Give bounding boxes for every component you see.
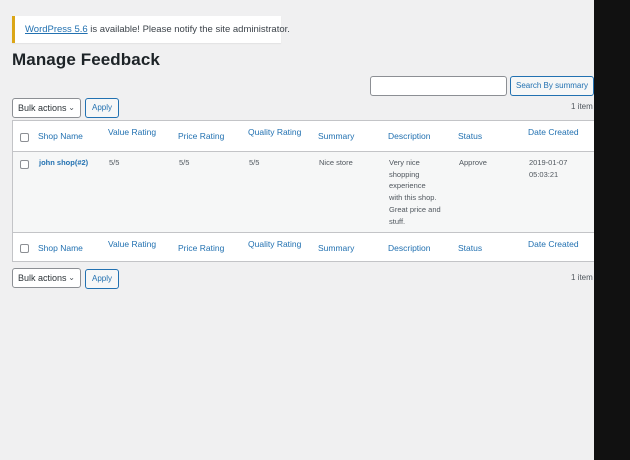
column-footer-quality-rating[interactable]: Quality Rating	[248, 239, 301, 249]
table-footer-row: Shop Name Value Rating Price Rating Qual…	[13, 232, 594, 263]
column-footer-summary[interactable]: Summary	[318, 243, 354, 253]
summary-cell: Nice store	[319, 158, 353, 167]
value-rating-cell: 5/5	[109, 158, 120, 167]
items-count-bottom: 1 item	[571, 273, 593, 282]
page-title: Manage Feedback	[12, 50, 160, 69]
shop-name-link[interactable]: john shop(#2)	[39, 157, 88, 169]
column-footer-value-rating[interactable]: Value Rating	[108, 239, 156, 249]
column-footer-price-rating[interactable]: Price Rating	[178, 243, 224, 253]
apply-button-top[interactable]: Apply	[85, 98, 119, 118]
column-header-status[interactable]: Status	[458, 131, 482, 141]
quality-rating-cell: 5/5	[249, 158, 260, 167]
column-header-shop-name[interactable]: Shop Name	[38, 131, 83, 141]
chevron-down-icon: ⌄	[68, 103, 75, 112]
column-header-quality-rating[interactable]: Quality Rating	[248, 127, 301, 137]
table-header-row: Shop Name Value Rating Price Rating Qual…	[13, 121, 594, 152]
description-line: shopping	[389, 169, 420, 179]
column-header-summary[interactable]: Summary	[318, 131, 354, 141]
column-footer-shop-name[interactable]: Shop Name	[38, 243, 83, 253]
bulk-actions-select-top[interactable]: Bulk actions ⌄	[12, 98, 81, 118]
column-footer-status[interactable]: Status	[458, 243, 482, 253]
date-line: 2019-01-07	[529, 158, 568, 167]
search-input[interactable]	[370, 76, 507, 96]
description-line: stuff.	[389, 216, 406, 226]
column-header-description[interactable]: Description	[388, 131, 431, 141]
description-line: Great price and	[389, 204, 441, 214]
feedback-table: Shop Name Value Rating Price Rating Qual…	[12, 120, 594, 262]
price-rating-cell: 5/5	[179, 158, 190, 167]
column-footer-description[interactable]: Description	[388, 243, 431, 253]
items-count-top: 1 item	[571, 102, 593, 111]
screen-edge	[594, 0, 630, 460]
update-notice: WordPress 5.6 is available! Please notif…	[12, 16, 290, 43]
update-notice-text: is available! Please notify the site adm…	[87, 24, 290, 35]
table-row: john shop(#2) 5/5 5/5 5/5 Nice store Ver…	[13, 152, 594, 232]
description-cell: Very nice shopping experience with this …	[389, 157, 451, 227]
description-line: with this shop.	[389, 193, 437, 203]
select-all-checkbox-footer[interactable]	[20, 244, 29, 253]
date-created-cell: 2019-01-07 05:03:21	[529, 157, 567, 180]
select-all-checkbox[interactable]	[20, 133, 29, 142]
description-line: Very nice	[389, 158, 420, 167]
column-header-value-rating[interactable]: Value Rating	[108, 127, 156, 137]
status-cell: Approve	[459, 158, 487, 167]
column-header-date-created[interactable]: Date Created	[528, 127, 579, 137]
time-line: 05:03:21	[529, 169, 559, 179]
description-line: experience	[389, 181, 426, 191]
search-by-summary-button[interactable]: Search By summary	[510, 76, 594, 96]
column-footer-date-created[interactable]: Date Created	[528, 239, 579, 249]
bulk-actions-label: Bulk actions	[18, 103, 67, 113]
row-checkbox[interactable]	[20, 160, 29, 169]
bulk-actions-label: Bulk actions	[18, 273, 67, 283]
update-notice-link[interactable]: WordPress 5.6	[25, 24, 88, 35]
bulk-actions-select-bottom[interactable]: Bulk actions ⌄	[12, 268, 81, 288]
apply-button-bottom[interactable]: Apply	[85, 269, 119, 289]
admin-content: WordPress 5.6 is available! Please notif…	[0, 0, 594, 460]
column-header-price-rating[interactable]: Price Rating	[178, 131, 224, 141]
chevron-down-icon: ⌄	[68, 273, 75, 282]
